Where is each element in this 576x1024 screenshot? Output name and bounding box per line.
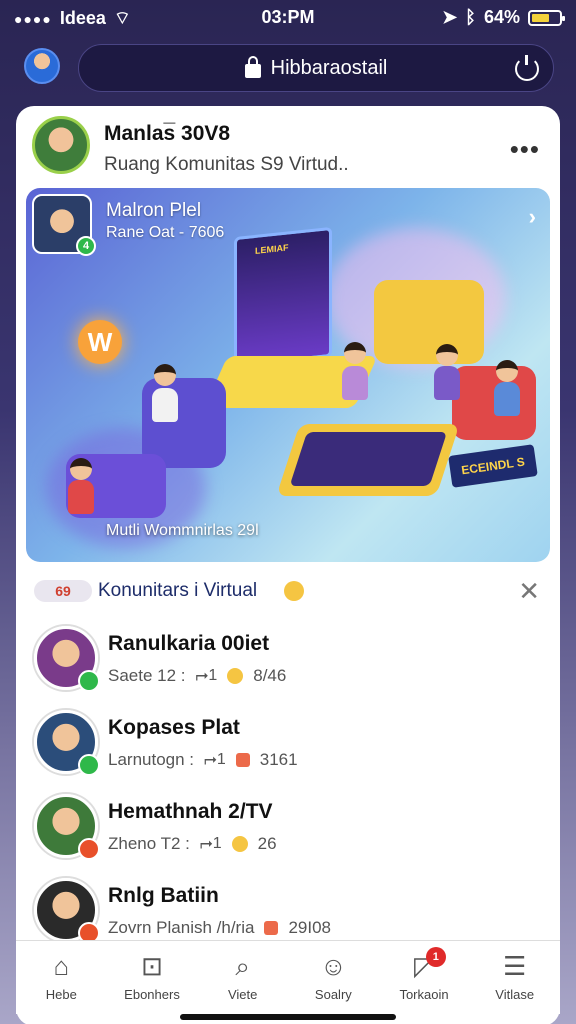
smile-emoji-icon <box>227 668 244 684</box>
smile-icon: ☺ <box>320 951 347 981</box>
close-icon[interactable]: ✕ <box>518 576 540 607</box>
section-chip: 69 <box>34 580 92 602</box>
status-badge <box>78 838 100 860</box>
tab-vitlase[interactable]: ☰ Vitlase <box>469 941 560 1014</box>
list-item-name[interactable]: Kopases Plat <box>108 716 240 740</box>
sofa-right <box>374 280 484 364</box>
status-bar: ●●●● Ideea ⌔ 03:PM ➤ ᛒ 64% <box>0 0 576 36</box>
more-options-icon[interactable]: ••• <box>510 134 540 165</box>
tab-torkaoin[interactable]: ◸ 1 Torkaoin <box>379 941 470 1014</box>
hero-image[interactable]: LEMIAF W ECEINDL S 4 Malron Plel Rane Oa… <box>26 188 550 562</box>
w-logo-icon: W <box>78 320 122 364</box>
chevron-right-icon[interactable]: › <box>529 204 536 230</box>
tab-ebonhers[interactable]: ⊡ Ebonhers <box>107 941 198 1014</box>
avatar-figure <box>436 344 458 366</box>
battery-fill <box>532 13 549 22</box>
battery-percent: 64% <box>483 7 520 27</box>
post-card: Manlas̅ 30V8 Ruang Komunitas S9 Virtud..… <box>16 106 560 1024</box>
tab-label: Vitlase <box>495 987 535 1002</box>
list-item-meta-text: Saete 12 : <box>108 666 186 685</box>
lock-icon <box>244 56 261 78</box>
home-indicator[interactable] <box>180 1014 396 1020</box>
avatar-figure-body <box>152 388 178 422</box>
bottom-tab-bar: ⌂ Hebe ⊡ Ebonhers ⌕ Viete ☺ Soalry ◸ 1 Torkaoin ☰ Vi… <box>16 940 560 1014</box>
neon-sign: ECEINDL S <box>448 444 538 488</box>
reload-icon[interactable] <box>515 55 539 81</box>
avatar-figure <box>70 458 92 480</box>
bookmark-icon: ⊡ <box>141 951 163 981</box>
share-icon[interactable]: ⮣1 <box>204 751 226 769</box>
screen-text: LEMIAF <box>255 242 289 256</box>
address-bar[interactable]: Hibbaraostail <box>78 44 554 92</box>
hero-subtitle: Rane Oat - 7606 <box>106 224 225 241</box>
list-item-meta: Zheno T2 : ⮣1 26 <box>108 834 277 854</box>
list-item-name[interactable]: Hemathnah 2/TV <box>108 800 273 824</box>
tab-label: Ebonhers <box>124 987 180 1002</box>
tab-viete[interactable]: ⌕ Viete <box>197 941 288 1014</box>
status-badge <box>78 670 100 692</box>
avatar-figure-body <box>342 366 368 400</box>
list-item-name[interactable]: Rnlg Batiin <box>108 884 219 908</box>
post-author[interactable]: Manlas̅ 30V8 <box>104 122 230 146</box>
list-item-count: 3161 <box>259 750 298 769</box>
share-count: 1 <box>208 667 218 684</box>
community-section-header: 69 Konunitars i Virtual ✕ <box>34 576 542 610</box>
share-icon[interactable]: ⮣1 <box>200 835 222 853</box>
location-icon: ➤ <box>442 7 458 27</box>
author-avatar[interactable] <box>32 116 90 174</box>
list-item-meta: Larnutogn : ⮣1 3161 <box>108 750 298 770</box>
list-item-count: 26 <box>257 834 277 853</box>
section-title[interactable]: Konunitars i Virtual <box>98 580 257 602</box>
tab-label: Soalry <box>314 987 352 1002</box>
url-text: Hibbaraostail <box>270 56 388 79</box>
list-item-meta-text: Zheno T2 : <box>108 834 190 853</box>
battery-icon <box>528 9 565 26</box>
notification-badge: 1 <box>425 947 446 967</box>
post-header: Manlas̅ 30V8 Ruang Komunitas S9 Virtud..… <box>32 116 544 186</box>
avatar-figure-body <box>68 480 94 514</box>
list-item[interactable]: Ranulkaria 00iet Saete 12 : ⮣1 8/46 <box>34 626 542 702</box>
share-count: 1 <box>212 835 222 852</box>
home-icon: ⌂ <box>53 951 70 981</box>
status-badge <box>78 754 100 776</box>
tab-hebe[interactable]: ⌂ Hebe <box>16 941 107 1014</box>
tab-label: Viete <box>227 987 258 1002</box>
menu-icon: ☰ <box>503 951 527 981</box>
browser-top-bar: Hibbaraostail <box>22 44 554 96</box>
tab-soalry[interactable]: ☺ Soalry <box>288 941 379 1014</box>
list-item-meta-text: Zovrn Planish /h/ria <box>108 918 255 937</box>
share-count: 1 <box>216 751 226 768</box>
avatar-figure <box>496 360 518 382</box>
search-icon: ⌕ <box>235 951 250 981</box>
list-item[interactable]: Hemathnah 2/TV Zheno T2 : ⮣1 26 <box>34 794 542 870</box>
smile-emoji-icon <box>231 836 248 852</box>
share-icon[interactable]: ⮣1 <box>196 667 218 685</box>
hero-badge: 4 <box>76 236 96 256</box>
avatar-figure-body <box>434 366 460 400</box>
game-table <box>276 424 460 496</box>
hero-caption: Mutli Wommnirlas 29l <box>106 522 259 539</box>
avatar-figure-body <box>494 382 520 416</box>
status-right: ➤ ᛒ 64% <box>442 7 565 28</box>
list-item[interactable]: Kopases Plat Larnutogn : ⮣1 3161 <box>34 710 542 786</box>
tab-label: Torkaoin <box>399 987 449 1002</box>
post-subtitle: Ruang Komunitas S9 Virtud.. <box>104 154 349 175</box>
list-item-meta: Saete 12 : ⮣1 8/46 <box>108 666 286 686</box>
profile-avatar[interactable] <box>24 48 60 84</box>
virtual-screen: LEMIAF <box>234 226 332 368</box>
reaction-icon <box>235 753 250 767</box>
list-item-count: 8/46 <box>253 666 287 685</box>
bluetooth-icon: ᛒ <box>465 7 476 27</box>
list-item-name[interactable]: Ranulkaria 00iet <box>108 632 269 656</box>
hero-title: Malron Plel <box>106 200 202 221</box>
game-table-screen <box>289 432 448 486</box>
list-item-meta-text: Larnutogn : <box>108 750 195 769</box>
avatar-figure <box>154 364 176 386</box>
list-item-meta: Zovrn Planish /h/ria 29I08 <box>108 918 331 938</box>
smile-emoji-icon <box>284 581 304 601</box>
reaction-icon <box>264 921 279 935</box>
avatar-figure <box>344 342 366 364</box>
tab-label: Hebe <box>45 987 77 1002</box>
list-item-count: 29I08 <box>288 918 331 937</box>
